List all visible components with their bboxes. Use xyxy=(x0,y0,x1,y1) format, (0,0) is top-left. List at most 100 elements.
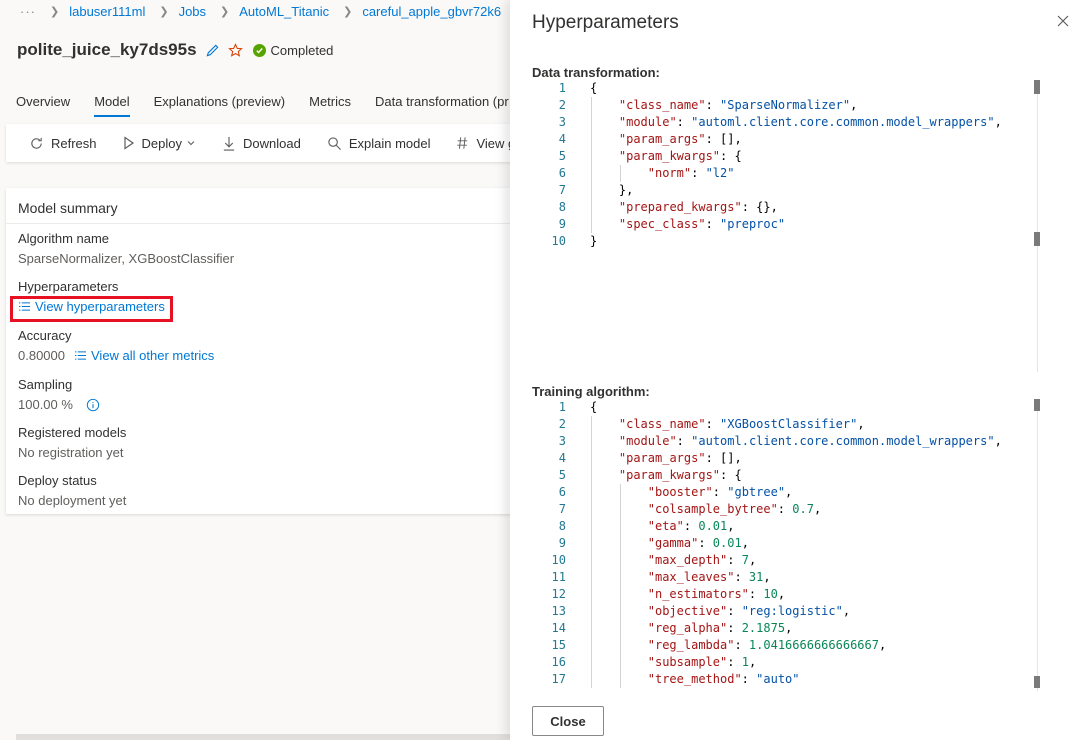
line-number: 6 xyxy=(558,166,566,180)
code-text: "max_leaves": 31, xyxy=(647,570,771,584)
hashtag-icon xyxy=(457,137,468,149)
code-text: "module": "automl.client.core.common.mod… xyxy=(618,115,1002,129)
sampling-value: 100.00 % xyxy=(18,397,73,412)
line-number: 8 xyxy=(558,200,566,214)
download-button[interactable]: Download xyxy=(222,136,301,151)
view-generated-button[interactable]: View g xyxy=(456,136,515,151)
code-text: "class_name": "XGBoostClassifier", xyxy=(618,417,865,431)
code-text: "colsample_bytree": 0.7, xyxy=(647,502,822,516)
search-icon xyxy=(328,136,341,150)
command-bar: Refresh Deploy Download Explain model Vi… xyxy=(6,124,546,162)
panel-title: Hyperparameters xyxy=(532,12,679,33)
code-text: "max_depth": 7, xyxy=(647,553,757,567)
chevron-right-icon: ❯ xyxy=(343,5,353,18)
code-text: "reg_lambda": 1.0416666666666667, xyxy=(647,638,887,652)
data-transformation-code-editor[interactable]: 1 {2 "class_name": "SparseNormalizer", 3 "mo… xyxy=(532,80,1072,372)
code-text: "reg_alpha": 2.1875, xyxy=(647,621,793,635)
info-icon[interactable] xyxy=(86,398,100,412)
indent-guide xyxy=(591,97,592,233)
line-number: 17 xyxy=(551,672,566,686)
code-text: "subsample": 1, xyxy=(647,655,757,669)
scrollbar-thumb[interactable] xyxy=(1034,676,1040,688)
tab-data-transformation[interactable]: Data transformation (pr xyxy=(375,94,509,117)
explain-model-button[interactable]: Explain model xyxy=(327,135,431,151)
line-number: 6 xyxy=(558,485,566,499)
deploy-button[interactable]: Deploy xyxy=(123,136,196,151)
close-button[interactable]: Close xyxy=(532,706,604,736)
chevron-right-icon: ❯ xyxy=(159,5,169,18)
checkmark-icon xyxy=(252,43,266,57)
line-number: 1 xyxy=(558,81,566,95)
code-text: }, xyxy=(618,183,634,197)
data-transformation-label: Data transformation: xyxy=(532,65,660,80)
line-number: 8 xyxy=(558,519,566,533)
accuracy-label: Accuracy xyxy=(18,328,72,343)
indent-guide xyxy=(619,484,621,688)
title-row: polite_juice_ky7ds95s Completed xyxy=(17,40,333,60)
page-title: polite_juice_ky7ds95s xyxy=(17,40,197,59)
line-number: 4 xyxy=(558,132,566,146)
refresh-icon xyxy=(31,137,42,149)
breadcrumb-more-button[interactable]: ··· xyxy=(20,4,36,19)
sampling-label: Sampling xyxy=(18,377,73,392)
code-text: "norm": "l2" xyxy=(647,166,735,180)
refresh-button[interactable]: Refresh xyxy=(29,136,97,151)
code-text: "module": "automl.client.core.common.mod… xyxy=(618,434,1002,448)
tab-overview[interactable]: Overview xyxy=(16,94,70,117)
refresh-label: Refresh xyxy=(51,135,97,151)
editor-scrollbar[interactable] xyxy=(1037,80,1038,372)
code-text: { xyxy=(590,400,598,414)
scrollbar-thumb[interactable] xyxy=(1034,80,1040,94)
line-number: 14 xyxy=(551,621,566,635)
hyperparameters-label: Hyperparameters xyxy=(18,279,119,294)
code-text: "booster": "gbtree", xyxy=(647,485,793,499)
registered-models-label: Registered models xyxy=(18,425,127,440)
horizontal-scrollbar[interactable] xyxy=(16,734,510,740)
breadcrumb-jobs[interactable]: Jobs xyxy=(179,4,206,19)
line-number: 11 xyxy=(551,570,566,584)
breadcrumb-workspace[interactable]: labuser111ml xyxy=(69,4,145,19)
algorithm-name-label: Algorithm name xyxy=(18,231,110,246)
breadcrumb: ··· ❯ labuser111ml ❯ Jobs ❯ AutoML_Titan… xyxy=(20,2,501,20)
line-number: 1 xyxy=(558,400,566,414)
deploy-status-label: Deploy status xyxy=(18,473,97,488)
status-badge: Completed xyxy=(252,42,334,58)
line-number: 7 xyxy=(558,183,566,197)
tab-explanations[interactable]: Explanations (preview) xyxy=(154,94,286,117)
line-number: 10 xyxy=(551,234,566,248)
play-icon xyxy=(123,136,134,150)
code-text: "spec_class": "preproc" xyxy=(618,217,786,231)
code-text: { xyxy=(590,81,598,95)
line-number: 3 xyxy=(558,434,566,448)
line-number: 9 xyxy=(558,536,566,550)
download-icon xyxy=(223,136,235,151)
view-all-metrics-label: View all other metrics xyxy=(91,348,215,363)
indent-guide xyxy=(619,165,621,182)
close-icon[interactable] xyxy=(1056,14,1070,28)
download-label: Download xyxy=(243,135,301,151)
training-algorithm-label: Training algorithm: xyxy=(532,384,650,399)
tab-model[interactable]: Model xyxy=(94,94,131,117)
training-algorithm-code-editor[interactable]: 1 {2 "class_name": "XGBoostClassifier", 3 "m… xyxy=(532,399,1072,691)
code-text: "tree_method": "auto" xyxy=(647,672,800,686)
breadcrumb-parent-job[interactable]: careful_apple_gbvr72k6 xyxy=(362,4,501,19)
breadcrumb-experiment[interactable]: AutoML_Titanic xyxy=(239,4,329,19)
view-all-metrics-link[interactable]: View all other metrics xyxy=(74,348,214,363)
line-number: 9 xyxy=(558,217,566,231)
edit-pencil-icon[interactable] xyxy=(205,43,220,58)
model-summary-card: Model summary Algorithm name SparseNorma… xyxy=(6,188,546,514)
highlight-annotation xyxy=(10,296,173,322)
scrollbar-thumb[interactable] xyxy=(1034,232,1040,246)
code-text: "class_name": "SparseNormalizer", xyxy=(618,98,858,112)
line-number: 13 xyxy=(551,604,566,618)
scrollbar-thumb[interactable] xyxy=(1034,399,1040,411)
chevron-right-icon: ❯ xyxy=(220,5,230,18)
status-text: Completed xyxy=(270,42,334,58)
code-text: } xyxy=(590,234,598,248)
editor-scrollbar[interactable] xyxy=(1037,399,1038,691)
line-number: 2 xyxy=(558,98,566,112)
explain-model-label: Explain model xyxy=(348,135,431,151)
favorite-star-icon[interactable] xyxy=(227,42,243,58)
tab-metrics[interactable]: Metrics xyxy=(309,94,351,117)
line-number: 5 xyxy=(558,149,566,163)
